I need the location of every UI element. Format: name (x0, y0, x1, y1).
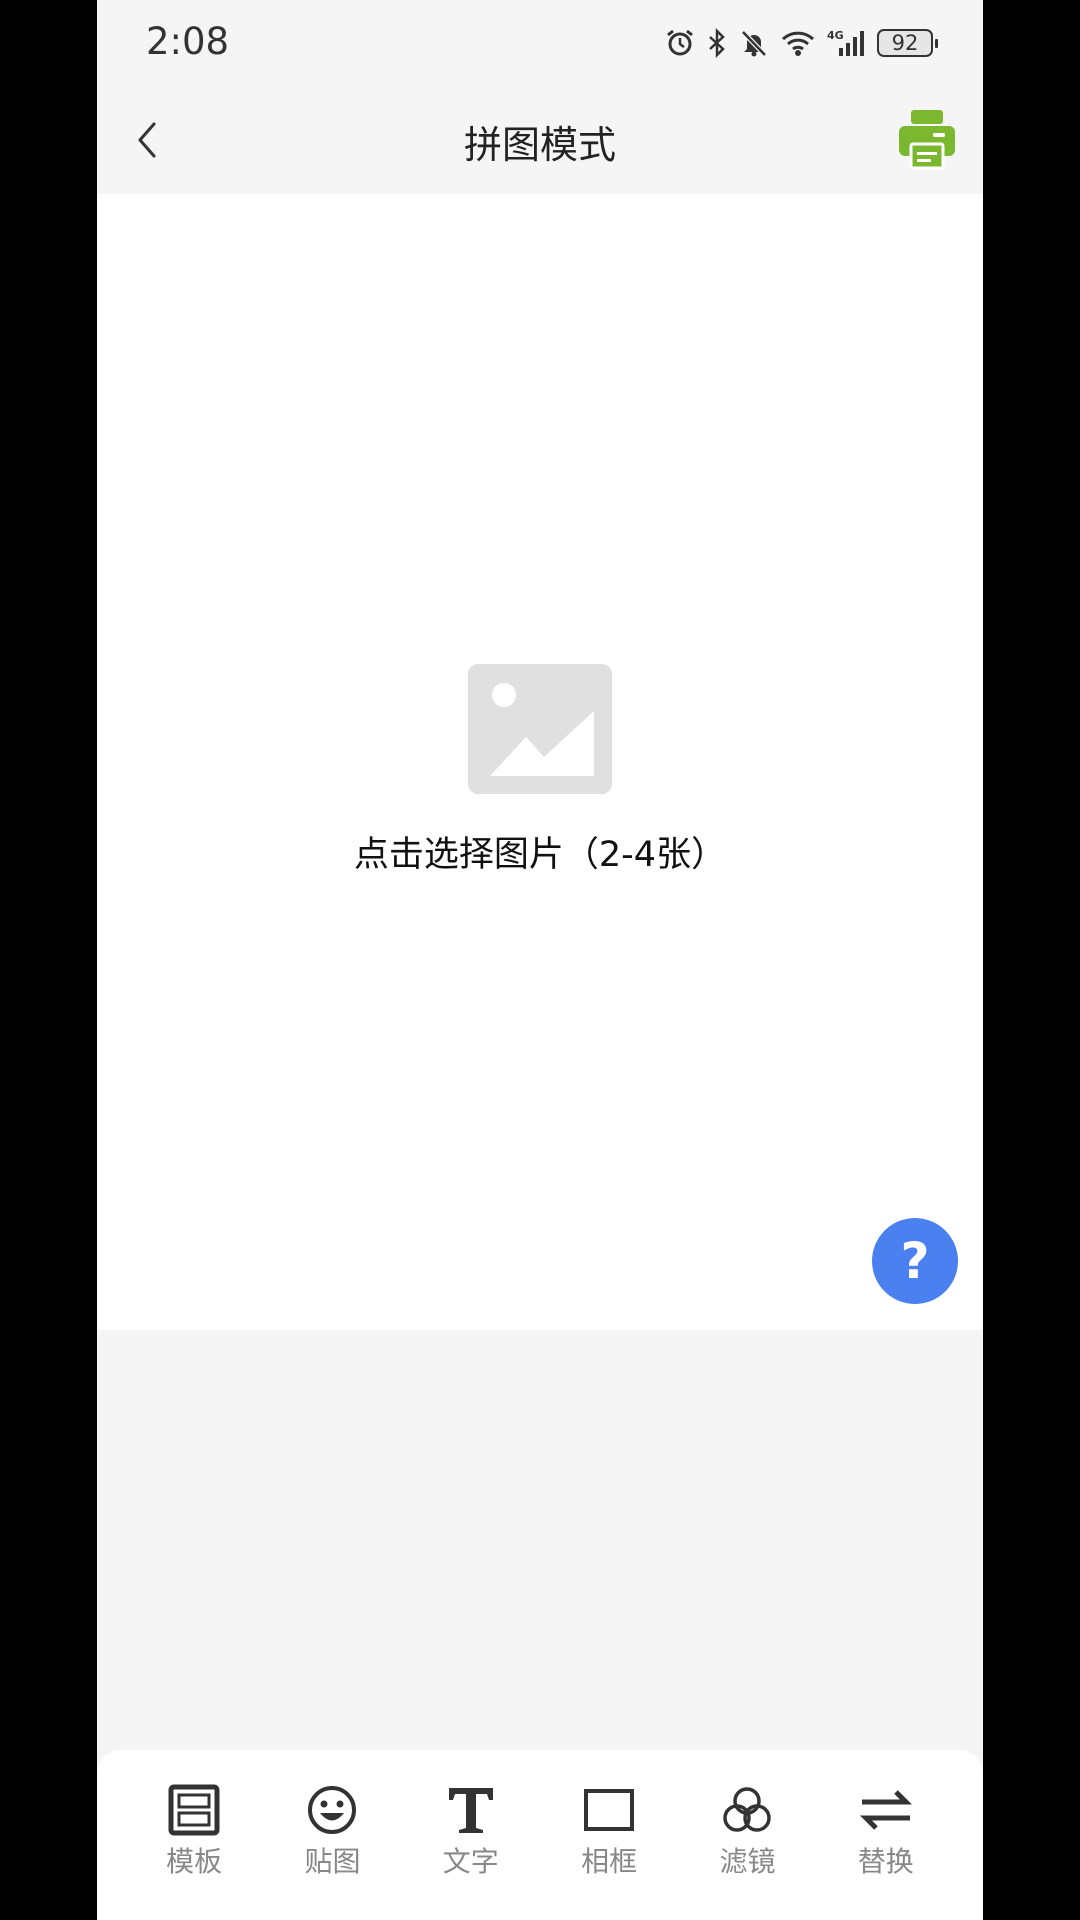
sticker-icon (308, 1786, 357, 1834)
tool-sticker[interactable]: 贴图 (272, 1750, 392, 1920)
tool-label: 滤镜 (719, 1845, 776, 1878)
bottom-toolbar: 模板 贴图 文字 相框 滤镜 替换 (97, 1750, 983, 1920)
tool-template[interactable]: 模板 (134, 1750, 254, 1920)
help-button[interactable]: ? (872, 1218, 958, 1304)
tool-label: 文字 (442, 1845, 499, 1878)
tool-label: 相框 (581, 1845, 638, 1878)
collage-canvas: 点击选择图片（2-4张） ? (97, 194, 983, 1330)
status-icons: 4G 92 (665, 24, 938, 62)
template-icon (168, 1784, 220, 1836)
text-icon (448, 1788, 493, 1833)
tool-filter[interactable]: 滤镜 (687, 1750, 807, 1920)
battery-indicator: 92 (877, 29, 938, 57)
app-screen: 2:08 4G 92 拼图模式 点击选择图片（2-4张） ? 模板 贴图 文字 … (97, 0, 983, 1920)
header: 拼图模式 (97, 86, 983, 194)
tool-frame[interactable]: 相框 (549, 1750, 669, 1920)
picker-prompt: 点击选择图片（2-4张） (353, 835, 727, 875)
filter-icon (723, 1787, 772, 1832)
tool-label: 模板 (166, 1845, 223, 1878)
wifi-icon (781, 31, 815, 56)
frame-icon (584, 1789, 635, 1831)
signal-4g-icon: 4G (827, 29, 864, 56)
mute-bell-icon (741, 30, 767, 57)
status-time: 2:08 (146, 20, 230, 63)
image-placeholder-icon (468, 664, 612, 794)
svg-text:4G: 4G (827, 29, 844, 42)
bluetooth-icon (709, 28, 725, 58)
tool-text[interactable]: 文字 (411, 1750, 531, 1920)
tool-label: 替换 (857, 1845, 914, 1878)
status-bar: 2:08 4G 92 (97, 0, 983, 86)
print-button[interactable] (897, 108, 957, 170)
tool-label: 贴图 (304, 1845, 361, 1878)
tool-swap[interactable]: 替换 (826, 1750, 946, 1920)
image-picker[interactable]: 点击选择图片（2-4张） (97, 664, 983, 877)
page-title: 拼图模式 (463, 123, 616, 167)
swap-icon (859, 1790, 912, 1830)
alarm-icon (667, 29, 693, 56)
printer-icon (899, 110, 955, 170)
